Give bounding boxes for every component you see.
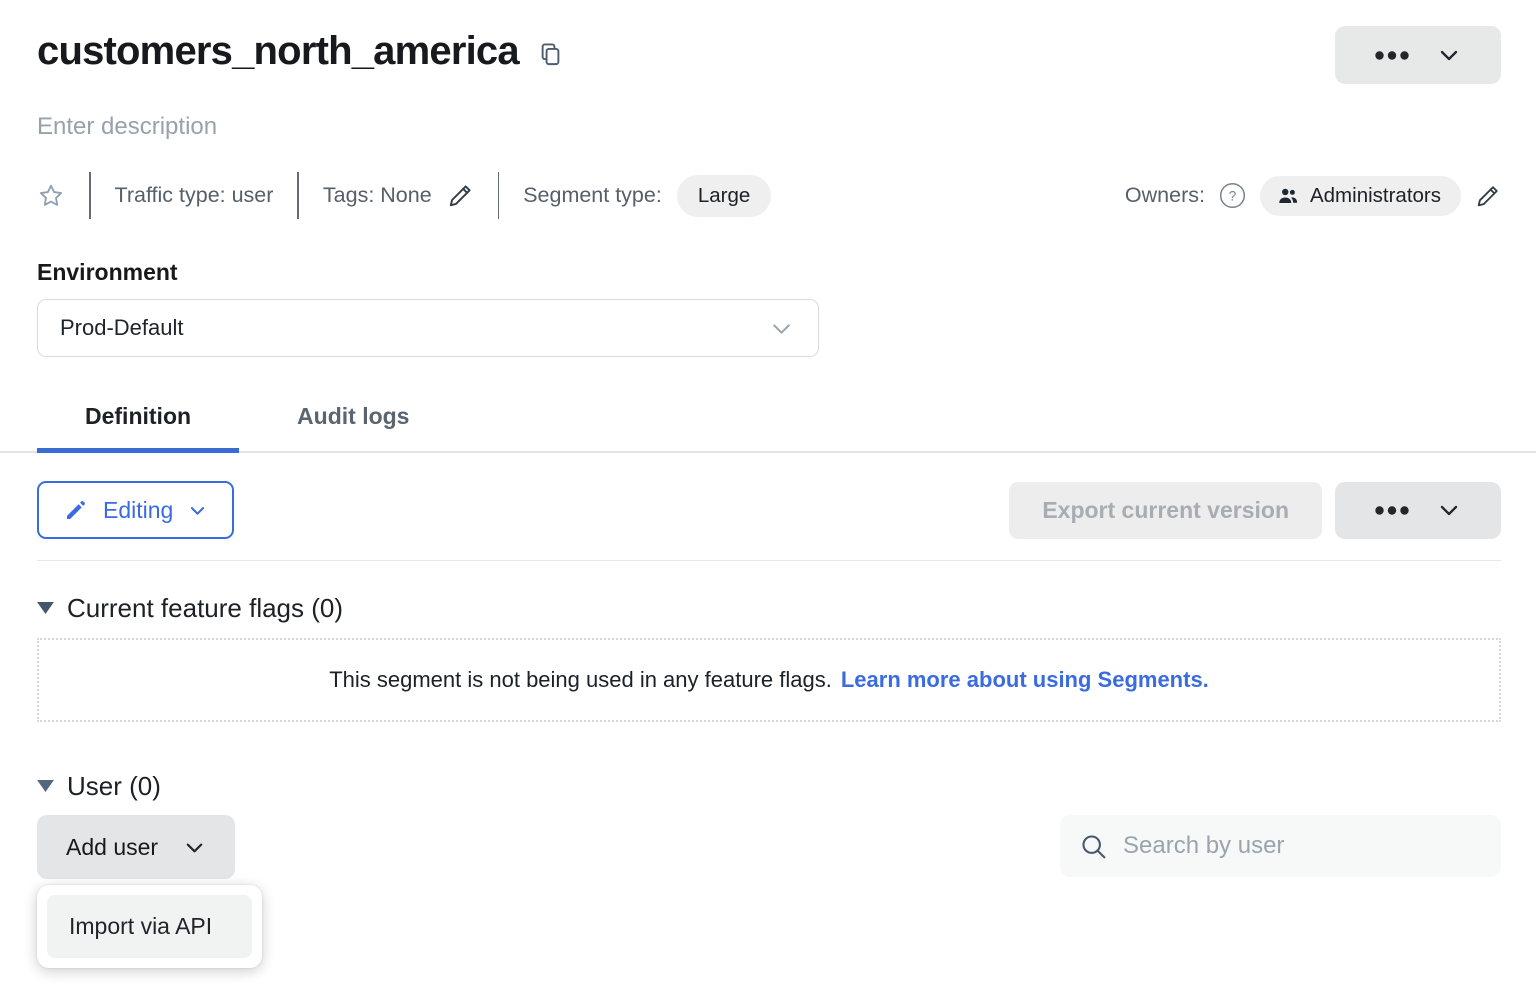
svg-text:?: ? bbox=[1229, 188, 1237, 203]
traffic-type-label: Traffic type: user bbox=[115, 183, 274, 208]
feature-flags-section-title: Current feature flags (0) bbox=[67, 591, 343, 625]
user-search-box bbox=[1060, 815, 1501, 877]
tags-label: Tags: None bbox=[323, 183, 432, 208]
environment-selected-value: Prod-Default bbox=[60, 315, 184, 341]
favorite-button[interactable] bbox=[37, 182, 65, 210]
copy-icon bbox=[537, 39, 564, 69]
pencil-filled-icon bbox=[64, 498, 88, 522]
tags-group: Tags: None bbox=[323, 182, 474, 209]
tab-bar: Definition Audit logs bbox=[0, 379, 1536, 453]
title-group: customers_north_america bbox=[37, 26, 564, 76]
segment-type-badge: Large bbox=[677, 175, 771, 217]
add-user-label: Add user bbox=[66, 834, 158, 861]
divider bbox=[297, 172, 299, 219]
divider bbox=[89, 172, 91, 219]
copy-name-button[interactable] bbox=[537, 39, 564, 69]
owners-value: Administrators bbox=[1310, 184, 1441, 208]
segment-type-label: Segment type: bbox=[523, 183, 662, 208]
pencil-icon bbox=[1475, 183, 1501, 209]
chevron-down-icon bbox=[769, 316, 794, 341]
divider bbox=[498, 172, 500, 219]
user-section-title: User (0) bbox=[67, 769, 161, 803]
empty-state-message: This segment is not being used in any fe… bbox=[329, 667, 832, 693]
meta-row: Traffic type: user Tags: None Segment ty… bbox=[37, 172, 1501, 219]
toolbar: Editing Export current version bbox=[37, 481, 1501, 539]
tab-audit-logs[interactable]: Audit logs bbox=[249, 379, 457, 451]
user-search-input[interactable] bbox=[1121, 831, 1482, 861]
edit-tags-button[interactable] bbox=[447, 182, 474, 209]
star-icon bbox=[37, 182, 65, 210]
toolbar-menu-button[interactable] bbox=[1335, 482, 1501, 539]
ellipsis-icon bbox=[1375, 51, 1409, 60]
export-version-button[interactable]: Export current version bbox=[1009, 482, 1322, 539]
owners-label: Owners: bbox=[1125, 183, 1205, 208]
help-icon[interactable]: ? bbox=[1219, 182, 1246, 209]
user-section-header[interactable]: User (0) bbox=[37, 769, 1501, 803]
caret-down-icon bbox=[37, 602, 54, 614]
chevron-down-icon bbox=[183, 836, 206, 859]
header-bar: customers_north_america bbox=[37, 26, 1501, 84]
feature-flags-section-header[interactable]: Current feature flags (0) bbox=[37, 591, 1501, 625]
owners-group: Owners: ? Administrators bbox=[1125, 176, 1501, 216]
add-user-dropdown-menu: Import via API bbox=[37, 885, 262, 968]
description-field[interactable]: Enter description bbox=[37, 112, 1501, 142]
tab-definition[interactable]: Definition bbox=[37, 379, 239, 451]
chevron-down-icon bbox=[1437, 498, 1461, 522]
ellipsis-icon bbox=[1375, 506, 1409, 515]
environment-label: Environment bbox=[37, 259, 1501, 286]
owners-badge[interactable]: Administrators bbox=[1260, 176, 1461, 216]
editing-label: Editing bbox=[103, 497, 173, 524]
caret-down-icon bbox=[37, 780, 54, 792]
add-user-group: Add user Import via API bbox=[37, 815, 235, 879]
learn-more-link[interactable]: Learn more about using Segments. bbox=[841, 667, 1209, 693]
chevron-down-icon bbox=[1437, 43, 1461, 67]
search-icon bbox=[1079, 832, 1108, 861]
edit-owners-button[interactable] bbox=[1475, 183, 1501, 209]
menu-item-import-via-api[interactable]: Import via API bbox=[47, 895, 252, 958]
add-user-button[interactable]: Add user bbox=[37, 815, 235, 879]
section-divider bbox=[37, 560, 1501, 561]
page-title: customers_north_america bbox=[37, 26, 519, 76]
people-icon bbox=[1277, 185, 1299, 207]
user-controls-row: Add user Import via API bbox=[37, 815, 1501, 879]
meta-left-group: Traffic type: user Tags: None Segment ty… bbox=[37, 172, 771, 219]
segment-detail-page: customers_north_america bbox=[0, 0, 1536, 879]
chevron-down-icon bbox=[188, 501, 207, 520]
header-menu-button[interactable] bbox=[1335, 26, 1501, 84]
feature-flags-empty-state: This segment is not being used in any fe… bbox=[37, 638, 1501, 722]
environment-select[interactable]: Prod-Default bbox=[37, 299, 819, 357]
segment-type-group: Segment type: Large bbox=[523, 175, 771, 217]
pencil-icon bbox=[447, 182, 474, 209]
editing-dropdown-button[interactable]: Editing bbox=[37, 481, 234, 539]
